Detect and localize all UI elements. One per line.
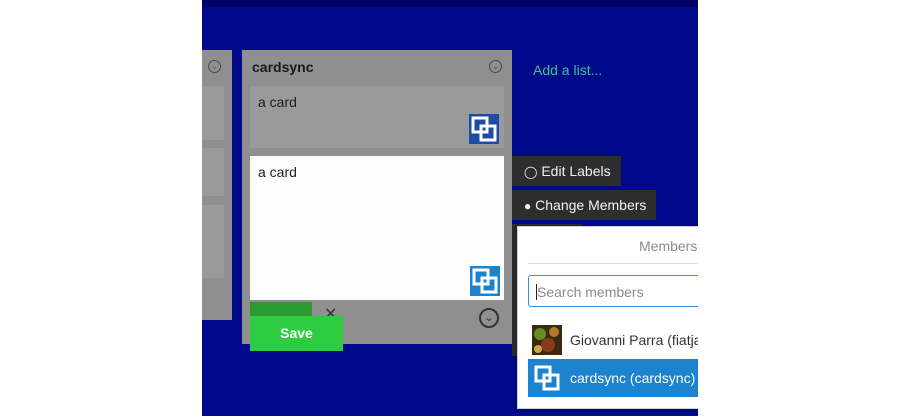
divider (528, 263, 698, 264)
text-cursor (536, 284, 537, 300)
card[interactable]: ot (202, 148, 224, 196)
card-editor[interactable]: a card (250, 156, 504, 300)
search-placeholder: Search members (537, 284, 644, 300)
popup-title: Members (639, 238, 698, 254)
card[interactable] (202, 205, 224, 278)
member-item[interactable]: Giovanni Parra (fiatja (528, 321, 698, 359)
change-members-label: Change Members (535, 197, 647, 213)
save-button[interactable]: Save (250, 316, 343, 351)
member-name: cardsync (cardsync) (570, 370, 696, 386)
card[interactable] (202, 86, 224, 140)
search-members-input[interactable]: Search members (528, 275, 698, 307)
chevron-down-icon[interactable]: ⌄ (479, 308, 499, 328)
tag-icon: ◯ (524, 165, 538, 179)
cardsync-logo-icon (469, 114, 499, 144)
edit-labels-label: Edit Labels (541, 163, 611, 179)
member-name: Giovanni Parra (fiatja (570, 332, 698, 348)
change-members-button[interactable]: ● Change Members (512, 190, 657, 220)
edit-labels-button[interactable]: ◯ Edit Labels (512, 156, 621, 186)
member-item-selected[interactable]: cardsync (cardsync) (528, 359, 698, 397)
cardsync-logo-icon (532, 363, 562, 393)
board-top-bar (202, 0, 698, 7)
card-text: a card (258, 94, 297, 110)
board: ⌄ ot cardsync ⌄ a card a card (202, 0, 698, 416)
cardsync-logo-icon (470, 266, 500, 296)
avatar (532, 325, 562, 355)
list-cardsync: cardsync ⌄ a card a card ✕ ⌄ Save (242, 50, 512, 351)
list-partial: ⌄ ot (202, 50, 232, 320)
members-popup: Members Search members Giovanni Parra (f… (517, 226, 698, 409)
chevron-down-icon[interactable]: ⌄ (489, 60, 502, 73)
person-icon: ● (524, 199, 532, 213)
chevron-down-icon[interactable]: ⌄ (208, 60, 221, 73)
list-title[interactable]: cardsync (252, 59, 313, 75)
card[interactable]: a card (250, 86, 504, 148)
add-list-link[interactable]: Add a list... (533, 62, 602, 78)
card-editor-text[interactable]: a card (258, 164, 297, 180)
